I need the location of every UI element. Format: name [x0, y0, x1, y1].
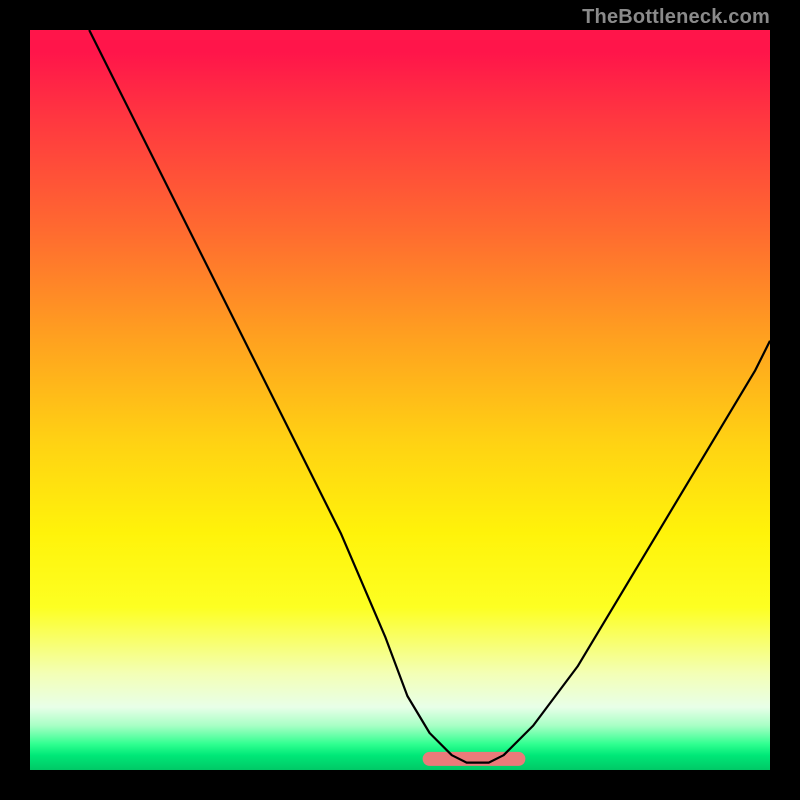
bottleneck-curve-line: [89, 30, 770, 763]
watermark-text: TheBottleneck.com: [582, 6, 770, 29]
plot-area: [30, 30, 770, 770]
curve-layer: [30, 30, 770, 770]
chart-frame: TheBottleneck.com: [0, 0, 800, 800]
